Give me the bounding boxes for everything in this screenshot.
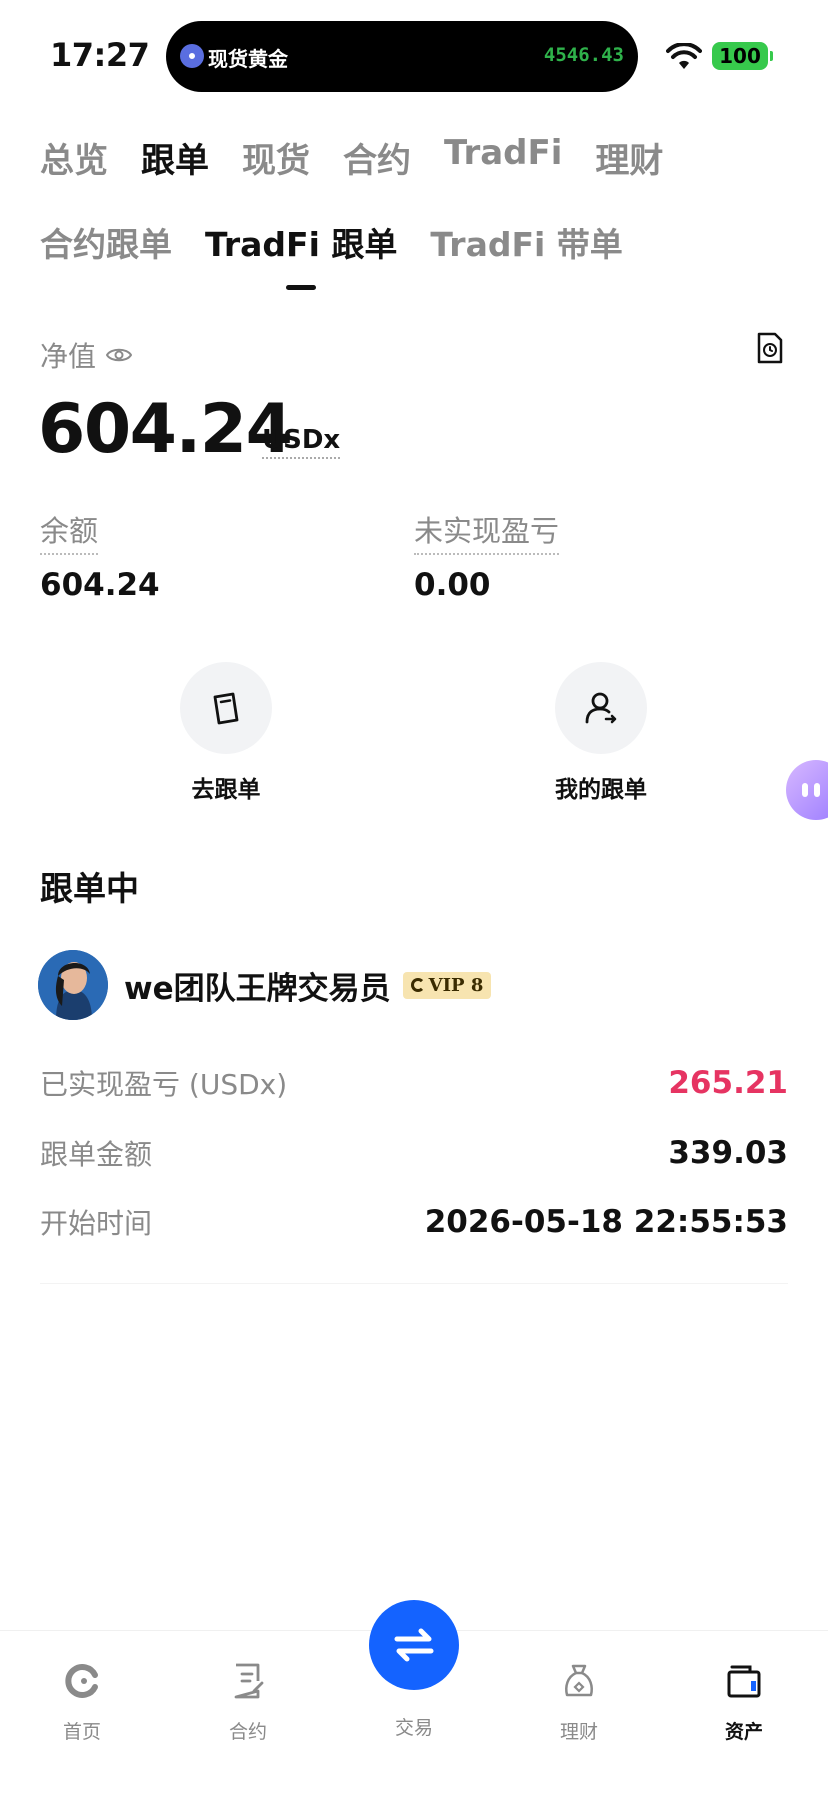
tab-overview[interactable]: 总览 [40,133,108,182]
nav-earn-label: 理财 [559,1721,598,1743]
realized-pnl-label: 已实现盈亏 (USDx) [40,1068,288,1101]
unrealized-pnl-label[interactable]: 未实现盈亏 [414,508,560,555]
go-copy-button[interactable]: 去跟单 [156,662,296,804]
subtab-tradfi-lead[interactable]: TradFi 带单 [430,218,622,266]
unrealized-pnl-value: 0.00 [414,567,491,603]
start-time-value: 2026-05-18 22:55:53 [424,1204,788,1240]
tab-copy-trading[interactable]: 跟单 [141,133,209,182]
net-value-unit[interactable]: USDx [262,425,341,459]
trader-header[interactable]: we团队王牌交易员 VIP 8 [38,950,492,1020]
swap-arrows-icon [394,1628,434,1662]
cards-icon [213,692,239,725]
wallet-icon [727,1665,761,1698]
nav-futures[interactable]: 合约 [198,1661,298,1744]
start-time-label: 开始时间 [40,1207,153,1240]
tab-spot[interactable]: 现货 [242,133,310,182]
assistant-eye-right [814,783,820,797]
ticker-logo-icon [180,44,204,68]
net-value-label: 净值 [40,340,97,373]
vip-level: VIP 8 [428,974,484,996]
home-logo-icon [65,1664,98,1698]
my-copy-circle [555,662,647,754]
tab-tradfi[interactable]: TradFi [444,133,562,182]
ticker-price: 4546.43 [543,44,624,66]
assistant-eye-left [802,783,808,797]
nav-assets[interactable]: 资产 [694,1661,794,1744]
avatar [38,950,108,1020]
tab-futures[interactable]: 合约 [343,133,411,182]
nav-assets-label: 资产 [724,1721,763,1743]
nav-futures-label: 合约 [228,1721,267,1743]
money-bag-icon [565,1664,593,1697]
contract-icon [234,1663,264,1699]
net-value-amount: 604.24 [38,390,293,469]
balance-label[interactable]: 余额 [40,508,99,555]
copy-amount-row: 跟单金额 339.03 [40,1133,788,1173]
ticker-label: 现货黄金 [208,47,288,71]
nav-home[interactable]: 首页 [32,1661,132,1744]
dynamic-island-ticker[interactable]: 现货黄金 4546.43 [166,21,638,92]
copying-section-title: 跟单中 [40,869,139,908]
go-copy-label: 去跟单 [191,777,261,803]
my-copy-label: 我的跟单 [555,777,647,803]
wifi-icon [666,43,702,69]
battery-indicator: 100 [712,42,773,70]
status-bar: 17:27 现货黄金 4546.43 100 [0,0,828,110]
go-copy-circle [180,662,272,754]
divider [40,1283,788,1284]
subtab-futures-copy[interactable]: 合约跟单 [40,218,172,266]
balance-value: 604.24 [40,567,160,603]
realized-pnl-row: 已实现盈亏 (USDx) 265.21 [40,1063,788,1103]
nav-trade-label: 交易 [394,1717,433,1739]
start-time-row: 开始时间 2026-05-18 22:55:53 [40,1202,788,1242]
balance-stat: 余额 604.24 [40,508,160,603]
sub-tabs: 合约跟单 TradFi 跟单 TradFi 带单 [40,218,656,290]
copy-amount-value: 339.03 [668,1135,788,1171]
history-document-icon[interactable] [756,332,784,364]
vip-badge: VIP 8 [402,971,492,999]
user-icon [585,692,617,724]
my-copy-button[interactable]: 我的跟单 [531,662,671,804]
copy-amount-label: 跟单金额 [40,1138,153,1171]
eye-icon[interactable] [106,346,133,364]
tab-earn[interactable]: 理财 [595,133,663,182]
trade-fab-button[interactable] [369,1600,459,1690]
net-value-label-row: 净值 [40,335,133,375]
unrealized-pnl-stat: 未实现盈亏 0.00 [414,508,560,603]
status-time: 17:27 [50,36,150,74]
top-tabs: 总览 跟单 现货 合约 TradFi 理财 [40,133,696,182]
subtab-tradfi-copy[interactable]: TradFi 跟单 [205,218,397,290]
trader-name: we团队王牌交易员 [124,970,391,1007]
floating-assistant-button[interactable] [786,760,828,820]
nav-home-label: 首页 [62,1721,101,1743]
vip-logo-icon [410,978,425,992]
nav-earn[interactable]: 理财 [529,1661,629,1744]
realized-pnl-value: 265.21 [668,1065,788,1101]
